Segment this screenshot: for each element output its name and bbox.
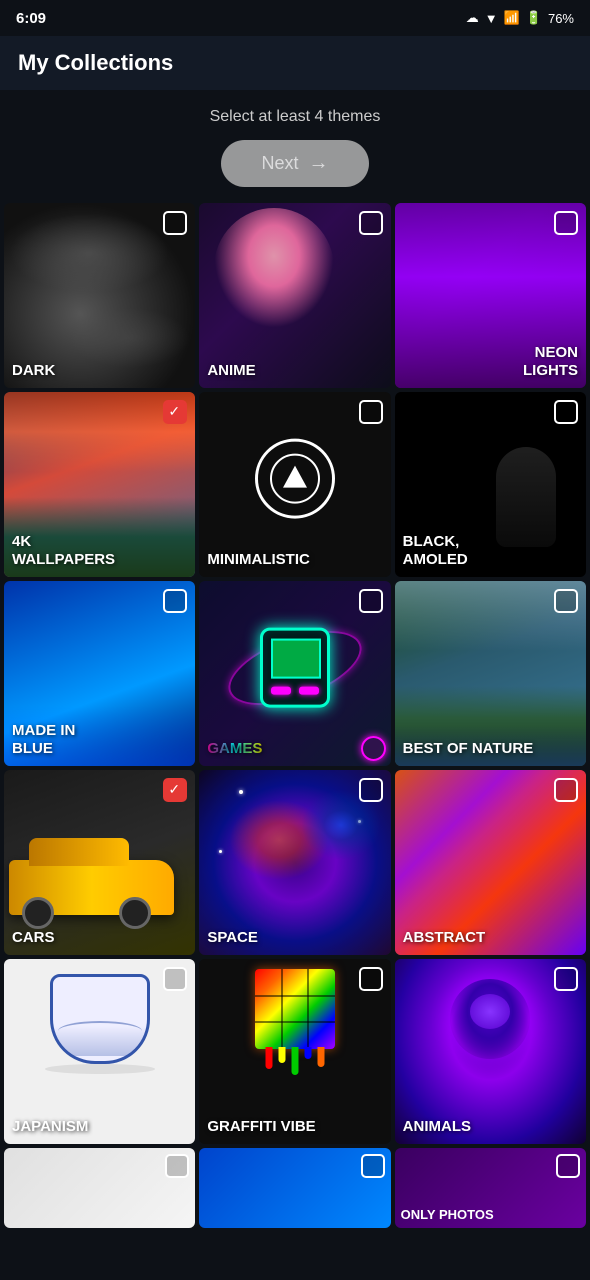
- label-animals: ANIMALS: [403, 1118, 471, 1136]
- label-japanism: JAPANISM: [12, 1118, 88, 1136]
- label-graffiti-vibe: GRAFFITI VIBE: [207, 1118, 315, 1136]
- checkbox-japanism[interactable]: [163, 967, 187, 991]
- checkbox-space[interactable]: [359, 778, 383, 802]
- collection-4k-wallpapers[interactable]: 4KWALLPAPERS: [4, 392, 195, 577]
- checkbox-neon-lights[interactable]: [554, 211, 578, 235]
- label-games: GAMES: [207, 740, 262, 758]
- label-anime: ANIME: [207, 362, 255, 380]
- label-only-photos: ONLY PHOTOS: [401, 1207, 494, 1222]
- label-neon-lights: NEONLIGHTS: [523, 344, 578, 380]
- checkbox-animals[interactable]: [554, 967, 578, 991]
- battery-icon: 🔋: [526, 10, 542, 26]
- checkbox-4k-wallpapers[interactable]: [163, 400, 187, 424]
- wifi-icon: ▼: [485, 11, 498, 26]
- collections-grid: DARK ANIME NEONLIGHTS 4KWALLPAPERS MINIM…: [0, 199, 590, 1148]
- collection-neon-lights[interactable]: NEONLIGHTS: [395, 203, 586, 388]
- label-space: SPACE: [207, 929, 258, 947]
- label-black-amoled: BLACK,AMOLED: [403, 533, 468, 569]
- checkbox-partial-1[interactable]: [165, 1154, 189, 1178]
- checkbox-graffiti-vibe[interactable]: [359, 967, 383, 991]
- label-best-of-nature: BEST OF NATURE: [403, 740, 534, 758]
- collection-made-in-blue[interactable]: MADE INBLUE: [4, 581, 195, 766]
- checkbox-best-of-nature[interactable]: [554, 589, 578, 613]
- collection-japanism[interactable]: JAPANISM: [4, 959, 195, 1144]
- label-dark: DARK: [12, 362, 55, 380]
- collection-games[interactable]: GAMES: [199, 581, 390, 766]
- signal-icon: 📶: [504, 10, 520, 26]
- status-bar: 6:09 ☁ ▼ 📶 🔋 76%: [0, 0, 590, 36]
- label-4k-wallpapers: 4KWALLPAPERS: [12, 533, 115, 569]
- battery-percent: 76%: [548, 11, 574, 26]
- label-minimalistic: MINIMALISTIC: [207, 551, 310, 569]
- collection-anime[interactable]: ANIME: [199, 203, 390, 388]
- collection-abstract[interactable]: ABSTRACT: [395, 770, 586, 955]
- label-abstract: ABSTRACT: [403, 929, 486, 947]
- collection-space[interactable]: SPACE: [199, 770, 390, 955]
- checkbox-partial-2[interactable]: [361, 1154, 385, 1178]
- collection-partial-1[interactable]: [4, 1148, 195, 1228]
- collection-dark[interactable]: DARK: [4, 203, 195, 388]
- collection-animals[interactable]: ANIMALS: [395, 959, 586, 1144]
- status-icons: ☁ ▼ 📶 🔋 76%: [466, 10, 574, 26]
- collection-graffiti-vibe[interactable]: GRAFFITI VIBE: [199, 959, 390, 1144]
- checkbox-anime[interactable]: [359, 211, 383, 235]
- arrow-icon: →: [309, 152, 329, 175]
- subtitle-text: Select at least 4 themes: [210, 108, 381, 126]
- collection-best-of-nature[interactable]: BEST OF NATURE: [395, 581, 586, 766]
- checkbox-black-amoled[interactable]: [554, 400, 578, 424]
- collection-cars[interactable]: CARS: [4, 770, 195, 955]
- partial-row: ONLY PHOTOS: [0, 1148, 590, 1232]
- subtitle-area: Select at least 4 themes Next →: [0, 90, 590, 199]
- collection-black-amoled[interactable]: BLACK,AMOLED: [395, 392, 586, 577]
- checkbox-cars[interactable]: [163, 778, 187, 802]
- checkbox-abstract[interactable]: [554, 778, 578, 802]
- collection-partial-2[interactable]: [199, 1148, 390, 1228]
- checkbox-dark[interactable]: [163, 211, 187, 235]
- checkbox-made-in-blue[interactable]: [163, 589, 187, 613]
- cloud-icon: ☁: [466, 10, 479, 26]
- page-title: My Collections: [18, 50, 173, 75]
- label-cars: CARS: [12, 929, 55, 947]
- app-header: My Collections: [0, 36, 590, 90]
- checkbox-partial-3[interactable]: [556, 1154, 580, 1178]
- next-button[interactable]: Next →: [221, 140, 368, 187]
- label-made-in-blue: MADE INBLUE: [12, 722, 75, 758]
- checkbox-games[interactable]: [359, 589, 383, 613]
- collection-partial-3[interactable]: ONLY PHOTOS: [395, 1148, 586, 1228]
- status-time: 6:09: [16, 10, 46, 27]
- next-button-label: Next: [261, 153, 298, 174]
- checkbox-minimalistic[interactable]: [359, 400, 383, 424]
- collection-minimalistic[interactable]: MINIMALISTIC: [199, 392, 390, 577]
